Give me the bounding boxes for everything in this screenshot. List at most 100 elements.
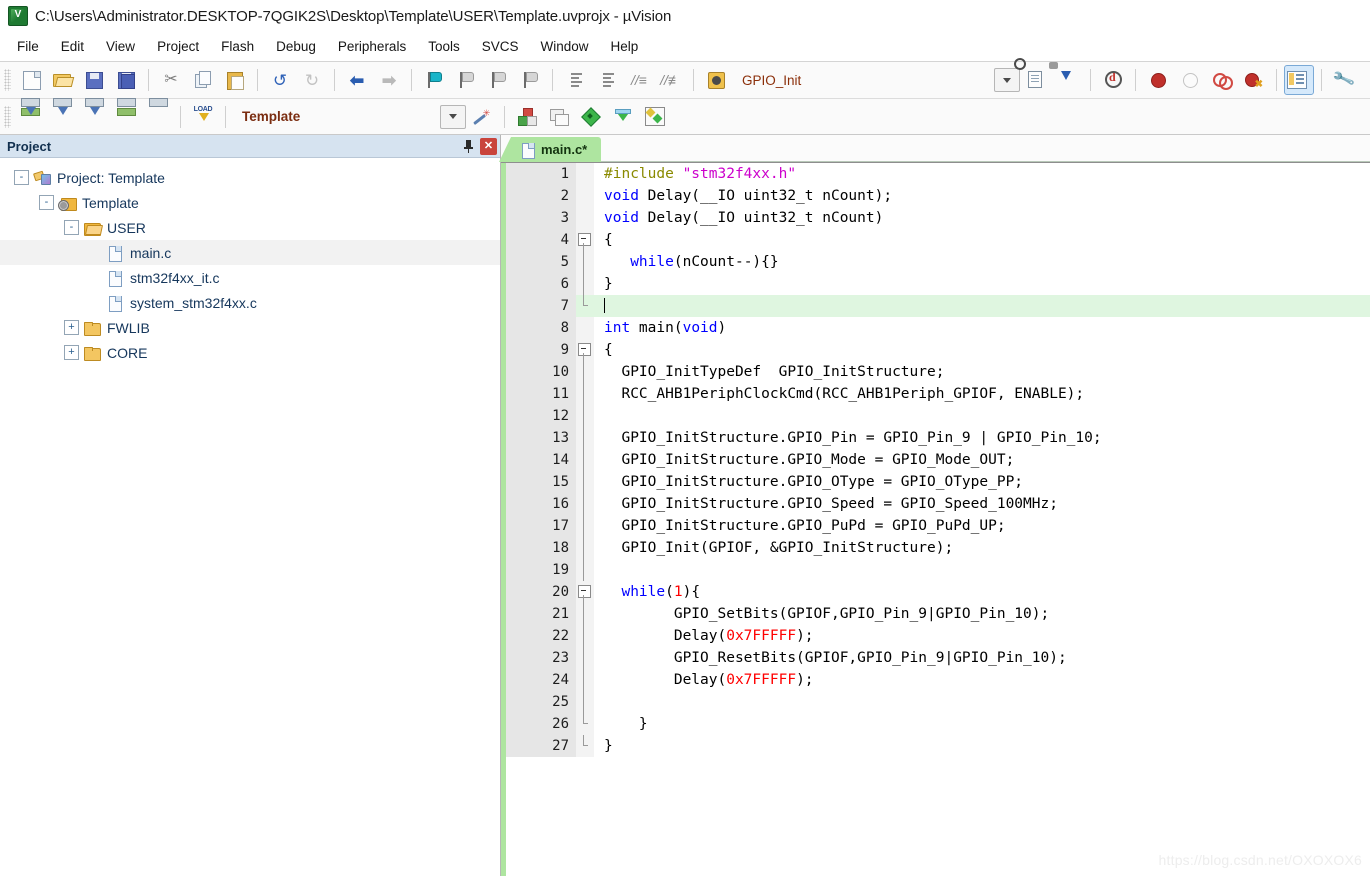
fold-collapse-icon[interactable]: [578, 343, 591, 356]
code-line[interactable]: 21 GPIO_SetBits(GPIOF,GPIO_Pin_9|GPIO_Pi…: [506, 603, 1370, 625]
debug-session-icon[interactable]: [1098, 65, 1128, 95]
tree-node-stm32f4xx-it-c[interactable]: stm32f4xx_it.c: [0, 265, 500, 290]
fold-column[interactable]: [576, 427, 594, 449]
copy-icon[interactable]: [188, 65, 218, 95]
code-line[interactable]: 17 GPIO_InitStructure.GPIO_PuPd = GPIO_P…: [506, 515, 1370, 537]
tab-main-c[interactable]: main.c*: [498, 137, 602, 162]
expander-icon[interactable]: -: [64, 220, 79, 235]
tree-node-user-folder[interactable]: - USER: [0, 215, 500, 240]
build-icon[interactable]: [47, 97, 77, 132]
rebuild-icon[interactable]: [79, 97, 109, 132]
navigate-forward-icon[interactable]: ➡: [374, 65, 404, 95]
fold-column[interactable]: [576, 691, 594, 713]
code-text[interactable]: GPIO_InitStructure.GPIO_Mode = GPIO_Mode…: [594, 449, 1370, 471]
code-text[interactable]: [594, 295, 1370, 317]
code-line[interactable]: 6}: [506, 273, 1370, 295]
code-line[interactable]: 20 while(1){: [506, 581, 1370, 603]
fold-column[interactable]: [576, 207, 594, 229]
save-all-icon[interactable]: [111, 65, 141, 95]
code-line[interactable]: 4{: [506, 229, 1370, 251]
tree-node-main-c[interactable]: main.c: [0, 240, 500, 265]
fold-column[interactable]: [576, 669, 594, 691]
code-line[interactable]: 12: [506, 405, 1370, 427]
code-text[interactable]: void Delay(__IO uint32_t nCount): [594, 207, 1370, 229]
fold-column[interactable]: [576, 229, 594, 251]
menu-file[interactable]: File: [6, 36, 50, 57]
code-text[interactable]: Delay(0x7FFFFF);: [594, 669, 1370, 691]
close-icon[interactable]: ✕: [480, 137, 497, 155]
find-in-files-icon[interactable]: [701, 65, 731, 95]
tree-node-core-folder[interactable]: + CORE: [0, 340, 500, 365]
disable-breakpoint-icon[interactable]: [1175, 65, 1205, 95]
kill-all-breakpoints-icon[interactable]: [1207, 65, 1237, 95]
fold-column[interactable]: [576, 493, 594, 515]
code-scroll-area[interactable]: 1 #include "stm32f4xx.h" 2 void Delay(__IO …: [506, 163, 1370, 876]
code-line[interactable]: 1 #include "stm32f4xx.h": [506, 163, 1370, 185]
expander-icon[interactable]: +: [64, 320, 79, 335]
code-text[interactable]: {: [594, 229, 1370, 251]
menu-project[interactable]: Project: [146, 36, 210, 57]
pin-icon[interactable]: [460, 138, 477, 155]
bookmark-next-icon[interactable]: [483, 65, 513, 95]
fold-column[interactable]: [576, 295, 594, 317]
code-text[interactable]: #include "stm32f4xx.h": [594, 163, 1370, 185]
code-line[interactable]: 22 Delay(0x7FFFFF);: [506, 625, 1370, 647]
tree-node-fwlib-folder[interactable]: + FWLIB: [0, 315, 500, 340]
save-icon[interactable]: [79, 65, 109, 95]
fold-column[interactable]: [576, 339, 594, 361]
code-text[interactable]: GPIO_Init(GPIOF, &GPIO_InitStructure);: [594, 537, 1370, 559]
expander-icon[interactable]: -: [39, 195, 54, 210]
comment-icon[interactable]: //≡: [624, 65, 654, 95]
goto-definition-icon[interactable]: [1049, 62, 1083, 95]
expander-icon[interactable]: -: [14, 170, 29, 185]
menu-view[interactable]: View: [95, 36, 146, 57]
fold-column[interactable]: [576, 713, 594, 735]
configure-icon[interactable]: 🔧: [1329, 65, 1359, 95]
menu-edit[interactable]: Edit: [50, 36, 95, 57]
code-text[interactable]: }: [594, 713, 1370, 735]
configure-target-icon[interactable]: [576, 102, 606, 132]
tree-node-project-root[interactable]: - Project: Template: [0, 165, 500, 190]
menu-flash[interactable]: Flash: [210, 36, 265, 57]
code-line[interactable]: 23 GPIO_ResetBits(GPIOF,GPIO_Pin_9|GPIO_…: [506, 647, 1370, 669]
code-line[interactable]: 18 GPIO_Init(GPIOF, &GPIO_InitStructure)…: [506, 537, 1370, 559]
code-line[interactable]: 15 GPIO_InitStructure.GPIO_OType = GPIO_…: [506, 471, 1370, 493]
fold-column[interactable]: [576, 361, 594, 383]
redo-icon[interactable]: ↻: [297, 65, 327, 95]
fold-column[interactable]: [576, 163, 594, 185]
bookmark-prev-icon[interactable]: [451, 65, 481, 95]
fold-column[interactable]: [576, 317, 594, 339]
open-file-icon[interactable]: [47, 65, 77, 95]
code-line[interactable]: 27}: [506, 735, 1370, 757]
code-line[interactable]: 7: [506, 295, 1370, 317]
code-editor[interactable]: 1 #include "stm32f4xx.h" 2 void Delay(__IO …: [501, 162, 1370, 876]
navigate-back-icon[interactable]: ⬅: [342, 65, 372, 95]
menu-tools[interactable]: Tools: [417, 36, 471, 57]
fold-column[interactable]: [576, 185, 594, 207]
fold-column[interactable]: [576, 647, 594, 669]
tree-node-template-target[interactable]: - Template: [0, 190, 500, 215]
new-file-icon[interactable]: [15, 65, 45, 95]
code-line[interactable]: 24 Delay(0x7FFFFF);: [506, 669, 1370, 691]
code-text[interactable]: while(nCount--){}: [594, 251, 1370, 273]
fold-column[interactable]: [576, 251, 594, 273]
target-combo-value[interactable]: Template: [242, 109, 300, 124]
code-text[interactable]: GPIO_InitTypeDef GPIO_InitStructure;: [594, 361, 1370, 383]
menu-help[interactable]: Help: [600, 36, 650, 57]
code-text[interactable]: GPIO_InitStructure.GPIO_OType = GPIO_OTy…: [594, 471, 1370, 493]
configure-filter-icon[interactable]: [608, 102, 638, 132]
code-line[interactable]: 3 void Delay(__IO uint32_t nCount): [506, 207, 1370, 229]
multi-project-icon[interactable]: [544, 102, 574, 132]
code-text[interactable]: GPIO_InitStructure.GPIO_Speed = GPIO_Spe…: [594, 493, 1370, 515]
code-text[interactable]: Delay(0x7FFFFF);: [594, 625, 1370, 647]
code-line[interactable]: 9{: [506, 339, 1370, 361]
code-line[interactable]: 2 void Delay(__IO uint32_t nCount);: [506, 185, 1370, 207]
toolbar-grip[interactable]: [4, 69, 11, 91]
code-text[interactable]: GPIO_SetBits(GPIOF,GPIO_Pin_9|GPIO_Pin_1…: [594, 603, 1370, 625]
toolbar-grip[interactable]: [4, 105, 11, 128]
stop-build-icon[interactable]: [143, 97, 173, 132]
code-text[interactable]: int main(void): [594, 317, 1370, 339]
cut-icon[interactable]: ✂: [156, 65, 186, 95]
function-combo-value[interactable]: GPIO_Init: [742, 73, 801, 88]
batch-build-icon[interactable]: [111, 97, 141, 132]
